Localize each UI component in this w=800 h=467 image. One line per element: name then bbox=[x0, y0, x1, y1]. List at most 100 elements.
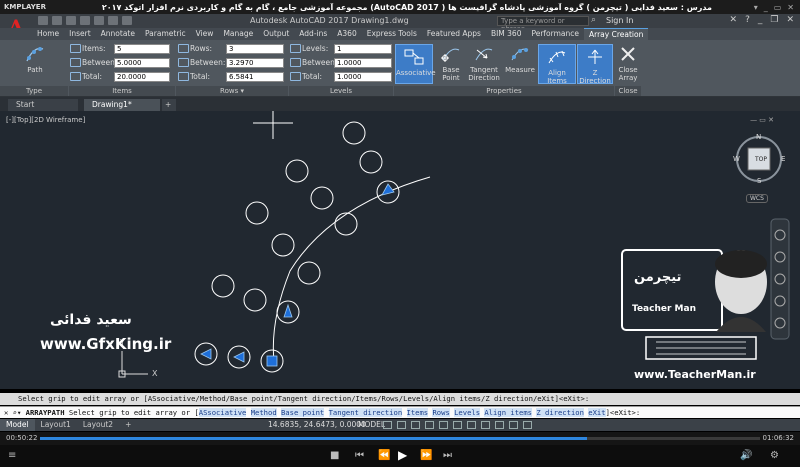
measure-button[interactable]: Measure bbox=[503, 44, 537, 74]
tangent-direction-button[interactable]: Tangent Direction bbox=[468, 44, 500, 82]
pin-icon[interactable]: ▾ bbox=[754, 3, 758, 12]
tab-layout1[interactable]: Layout1 bbox=[35, 419, 77, 431]
levels-between-input[interactable]: 1.0000 bbox=[334, 58, 392, 68]
minimize-icon[interactable]: _ bbox=[758, 15, 763, 25]
items-total-input[interactable]: 20.0000 bbox=[114, 72, 170, 82]
tab-bim-360[interactable]: BIM 360 bbox=[486, 28, 527, 40]
tab-performance[interactable]: Performance bbox=[526, 28, 584, 40]
minimize-icon[interactable]: _ bbox=[764, 3, 768, 12]
new-icon[interactable] bbox=[38, 16, 48, 25]
rows-total-input[interactable]: 6.5841 bbox=[226, 72, 284, 82]
player-seekbar[interactable]: 00:50:22 01:06:32 bbox=[0, 432, 800, 445]
rewind-icon[interactable]: ⏪ bbox=[378, 450, 390, 461]
associative-button[interactable]: Associative bbox=[395, 44, 436, 84]
grid-icon[interactable] bbox=[383, 421, 392, 429]
lineweight-icon[interactable] bbox=[467, 421, 476, 429]
levels-count-input[interactable]: 1 bbox=[334, 44, 392, 54]
option-method[interactable]: Method bbox=[250, 408, 277, 417]
option-items[interactable]: Items bbox=[406, 408, 429, 417]
stop-icon[interactable]: ■ bbox=[330, 450, 339, 461]
save-as-icon[interactable] bbox=[80, 16, 90, 25]
sign-in-button[interactable]: Sign In bbox=[596, 16, 633, 25]
compass-north[interactable]: N bbox=[756, 133, 761, 141]
rows-grip[interactable] bbox=[200, 348, 212, 360]
cursor-coordinates[interactable]: 14.6835, 24.6473, 0.0000 bbox=[268, 419, 366, 431]
wcs-menu[interactable]: WCS bbox=[746, 194, 768, 203]
compass-east[interactable]: E bbox=[781, 155, 785, 163]
workspace-icon[interactable] bbox=[509, 421, 518, 429]
tab-insert[interactable]: Insert bbox=[64, 28, 96, 40]
command-line[interactable]: ✕ ⌕▾ ARRAYPATH Select grip to edit array… bbox=[0, 406, 800, 418]
restore-icon[interactable]: ❐ bbox=[770, 15, 778, 25]
customization-icon[interactable] bbox=[523, 421, 532, 429]
path-type-button[interactable]: Path bbox=[20, 44, 50, 74]
new-tab-button[interactable]: + bbox=[162, 99, 176, 111]
base-grip[interactable] bbox=[266, 355, 278, 367]
exchange-icon[interactable]: ✕ bbox=[730, 15, 738, 25]
levels-total-input[interactable]: 1.0000 bbox=[334, 72, 392, 82]
rows-between-input[interactable]: 3.2970 bbox=[226, 58, 284, 68]
tab-annotate[interactable]: Annotate bbox=[96, 28, 140, 40]
close-array-button[interactable]: Close Array bbox=[616, 44, 640, 82]
undo-icon[interactable] bbox=[108, 16, 118, 25]
items-count-input[interactable]: 5 bbox=[114, 44, 170, 54]
close-icon[interactable]: ✕ bbox=[786, 15, 794, 25]
close-icon[interactable]: ✕ bbox=[787, 3, 794, 12]
redo-icon[interactable] bbox=[122, 16, 132, 25]
tab-start[interactable]: Start bbox=[8, 99, 78, 111]
option-z-direction[interactable]: Z direction bbox=[536, 408, 584, 417]
tab-drawing1[interactable]: Drawing1* bbox=[84, 99, 160, 111]
snap-icon[interactable] bbox=[397, 421, 406, 429]
option-rows[interactable]: Rows bbox=[432, 408, 450, 417]
volume-icon[interactable]: 🔊 bbox=[740, 450, 752, 461]
open-icon[interactable] bbox=[52, 16, 62, 25]
tab-featured-apps[interactable]: Featured Apps bbox=[422, 28, 486, 40]
viewcube-top-label[interactable]: TOP bbox=[755, 156, 767, 163]
items-grip[interactable] bbox=[381, 183, 395, 196]
tab-home[interactable]: Home bbox=[32, 28, 64, 40]
annotation-scale-icon[interactable] bbox=[495, 421, 504, 429]
tab-manage[interactable]: Manage bbox=[218, 28, 258, 40]
option-levels[interactable]: Levels bbox=[454, 408, 481, 417]
maximize-icon[interactable]: ▭ bbox=[774, 3, 782, 12]
transparency-icon[interactable] bbox=[481, 421, 490, 429]
panel-rows-title[interactable]: Rows ▾ bbox=[176, 86, 288, 96]
previous-icon[interactable]: ⏮ bbox=[355, 450, 364, 461]
save-icon[interactable] bbox=[66, 16, 76, 25]
align-items-button[interactable]: Align Items bbox=[538, 44, 576, 85]
help-icon[interactable]: ? bbox=[745, 15, 750, 25]
help-search-input[interactable]: Type a keyword or phrase bbox=[497, 16, 589, 33]
forward-icon[interactable]: ⏩ bbox=[420, 450, 432, 461]
items-grip[interactable] bbox=[283, 303, 293, 318]
option-base-point[interactable]: Base point bbox=[280, 408, 325, 417]
seek-track[interactable] bbox=[40, 437, 760, 440]
ortho-icon[interactable] bbox=[411, 421, 420, 429]
tab-view[interactable]: View bbox=[191, 28, 219, 40]
tab-layout2[interactable]: Layout2 bbox=[77, 419, 119, 431]
tab-express-tools[interactable]: Express Tools bbox=[362, 28, 422, 40]
base-point-button[interactable]: Base Point bbox=[433, 44, 469, 82]
print-icon[interactable] bbox=[94, 16, 104, 25]
option-tangent-direction[interactable]: Tangent direction bbox=[328, 408, 403, 417]
option-associative[interactable]: ASsociative bbox=[198, 408, 247, 417]
otrack-icon[interactable] bbox=[453, 421, 462, 429]
option-exit[interactable]: eXit bbox=[588, 408, 606, 417]
tab-output[interactable]: Output bbox=[258, 28, 294, 40]
tab-add-ins[interactable]: Add-ins bbox=[294, 28, 332, 40]
tab-a360[interactable]: A360 bbox=[332, 28, 361, 40]
menu-icon[interactable]: ≡ bbox=[8, 450, 16, 461]
add-layout-button[interactable]: + bbox=[119, 419, 137, 431]
polar-icon[interactable] bbox=[425, 421, 434, 429]
rows-count-input[interactable]: 3 bbox=[226, 44, 284, 54]
option-align-items[interactable]: Align items bbox=[484, 408, 533, 417]
rows-grip[interactable] bbox=[233, 351, 245, 363]
play-icon[interactable]: ▶ bbox=[398, 448, 407, 462]
compass-west[interactable]: W bbox=[733, 155, 740, 163]
z-direction-button[interactable]: Z Direction bbox=[577, 44, 613, 85]
tab-model[interactable]: Model bbox=[0, 419, 35, 431]
model-space-toggle[interactable]: MODEL bbox=[358, 419, 385, 431]
next-icon[interactable]: ⏭ bbox=[443, 450, 452, 461]
osnap-icon[interactable] bbox=[439, 421, 448, 429]
command-icon[interactable]: ✕ ⌕▾ bbox=[4, 408, 21, 417]
compass-south[interactable]: S bbox=[757, 177, 761, 185]
